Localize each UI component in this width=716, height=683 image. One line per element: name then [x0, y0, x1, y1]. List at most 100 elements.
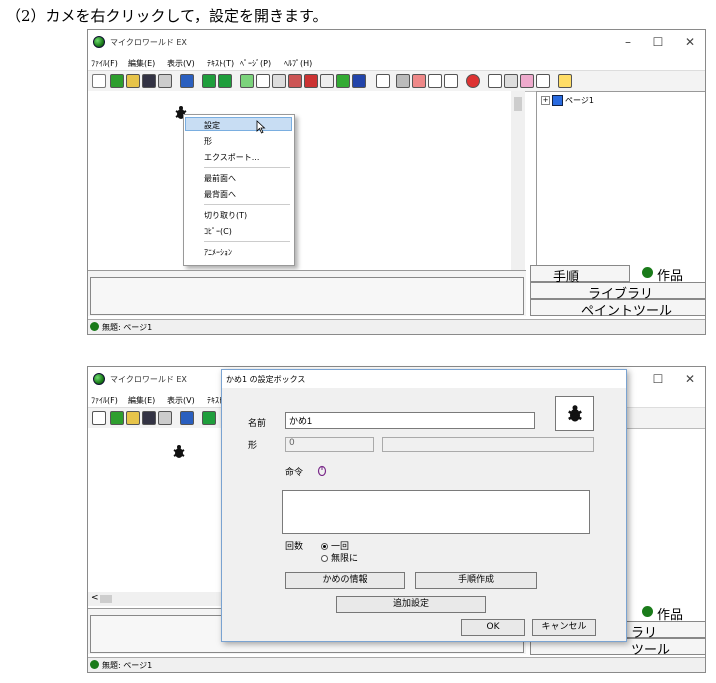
- open-folder-icon[interactable]: [126, 411, 140, 425]
- new-page-icon[interactable]: [110, 411, 124, 425]
- scroll-left-arrow[interactable]: <: [91, 593, 99, 603]
- drawing-canvas[interactable]: 設定 形 エクスポート... 最前面へ 最背面へ 切り取り(T) ｺﾋﾟｰ(C)…: [88, 91, 521, 279]
- ctx-settings[interactable]: 設定: [204, 120, 220, 131]
- zoom-out-icon[interactable]: [444, 74, 458, 88]
- tab-works[interactable]: 作品: [630, 265, 705, 284]
- turtle-info-button[interactable]: かめの情報: [285, 572, 405, 589]
- ctx-shape[interactable]: 形: [204, 136, 212, 147]
- maximize-button[interactable]: ☐: [646, 33, 670, 51]
- tab-procedures[interactable]: 手順: [530, 265, 630, 285]
- create-procedure-button[interactable]: 手順作成: [415, 572, 537, 589]
- menu-text[interactable]: ﾃｷｽﾄ(T): [207, 58, 234, 69]
- status-text: 無題: ページ1: [102, 661, 153, 670]
- radio-infinite[interactable]: 無限に: [321, 551, 358, 564]
- eye-icon[interactable]: [396, 74, 410, 88]
- stamp-icon[interactable]: [412, 74, 426, 88]
- open-folder-icon[interactable]: [126, 74, 140, 88]
- tree-item-page1[interactable]: ページ1: [565, 95, 594, 106]
- new-turtle-icon[interactable]: [240, 74, 254, 88]
- cancel-button[interactable]: キャンセル: [532, 619, 596, 636]
- close-button[interactable]: ✕: [678, 33, 702, 51]
- dialog-title: かめ1 の設定ボックス: [226, 375, 306, 384]
- ctx-copy[interactable]: ｺﾋﾟｰ(C): [204, 226, 232, 237]
- selector-icon[interactable]: [376, 74, 390, 88]
- canvas-vertical-scrollbar[interactable]: [511, 91, 525, 279]
- ctx-export[interactable]: エクスポート...: [204, 152, 259, 163]
- tab-paint-tools-label: ツール: [631, 643, 671, 658]
- title-bar: マイクロワールド EX – ☐ ✕: [88, 30, 705, 56]
- status-text: 無題: ページ1: [102, 323, 153, 332]
- radio-infinite-button[interactable]: [321, 555, 328, 562]
- new-page-icon[interactable]: [110, 74, 124, 88]
- scroll-thumb[interactable]: [100, 595, 112, 603]
- button-tool-icon[interactable]: [272, 74, 286, 88]
- pointer-tool-icon[interactable]: [92, 411, 106, 425]
- copy-icon[interactable]: [504, 74, 518, 88]
- save-icon[interactable]: [142, 411, 156, 425]
- menu-view[interactable]: 表示(V): [167, 395, 195, 406]
- prev-page-icon[interactable]: [202, 411, 216, 425]
- record-icon[interactable]: [352, 74, 366, 88]
- ctx-cut[interactable]: 切り取り(T): [204, 210, 247, 221]
- music-icon[interactable]: [304, 74, 318, 88]
- close-button[interactable]: ✕: [678, 370, 702, 388]
- tab-paint-tools[interactable]: ペイントツール: [530, 299, 705, 319]
- command-textarea[interactable]: [282, 490, 590, 534]
- additional-settings-button[interactable]: 追加設定: [336, 596, 486, 613]
- name-field[interactable]: [285, 412, 535, 429]
- paste-icon[interactable]: [520, 74, 534, 88]
- cut-icon[interactable]: [488, 74, 502, 88]
- menu-file[interactable]: ﾌｧｲﾙ(F): [91, 395, 118, 406]
- slider-icon[interactable]: [288, 74, 302, 88]
- ctx-send-back[interactable]: 最背面へ: [204, 189, 236, 200]
- print-icon[interactable]: [158, 411, 172, 425]
- command-center: [88, 270, 526, 316]
- zoom-in-icon[interactable]: [428, 74, 442, 88]
- menu-help[interactable]: ﾍﾙﾌﾟ(H): [284, 58, 312, 69]
- globe-icon: [642, 267, 653, 278]
- next-page-icon[interactable]: [218, 74, 232, 88]
- tab-works[interactable]: 作品: [630, 604, 705, 623]
- tab-library[interactable]: ライブラリ: [530, 282, 705, 302]
- stop-icon[interactable]: [466, 74, 480, 88]
- turtle-icon[interactable]: [171, 444, 187, 460]
- page-tree: + ページ1: [536, 91, 705, 273]
- prev-page-icon[interactable]: [202, 74, 216, 88]
- text-box-icon[interactable]: [256, 74, 270, 88]
- ctx-bring-front[interactable]: 最前面へ: [204, 173, 236, 184]
- globe-icon: [642, 606, 653, 617]
- status-globe-icon: [90, 322, 99, 331]
- ok-button[interactable]: OK: [461, 619, 525, 636]
- command-input[interactable]: [90, 277, 524, 315]
- tab-paint-tools-label: ペイントツール: [581, 304, 673, 319]
- view-icon[interactable]: [180, 74, 194, 88]
- maximize-button[interactable]: ☐: [646, 370, 670, 388]
- save-icon[interactable]: [142, 74, 156, 88]
- shapes-icon[interactable]: [336, 74, 350, 88]
- undo-icon[interactable]: [536, 74, 550, 88]
- scroll-thumb[interactable]: [514, 97, 522, 111]
- view-icon[interactable]: [180, 411, 194, 425]
- app-globe-icon: [93, 36, 105, 48]
- menu-file[interactable]: ﾌｧｲﾙ(F): [91, 58, 118, 69]
- shape-preview[interactable]: [555, 396, 594, 431]
- status-bar: 無題: ページ1: [88, 319, 705, 334]
- count-label: 回数: [285, 542, 304, 552]
- menu-page[interactable]: ﾍﾟｰｼﾞ(P): [240, 58, 271, 69]
- page-icon: [552, 95, 563, 106]
- sound-icon[interactable]: [320, 74, 334, 88]
- expand-icon[interactable]: +: [541, 96, 550, 105]
- mouse-cursor-icon: [256, 120, 266, 134]
- print-icon[interactable]: [158, 74, 172, 88]
- pointer-tool-icon[interactable]: [92, 74, 106, 88]
- radio-once-button[interactable]: [321, 543, 328, 550]
- app-window: マイクロワールド EX – ☐ ✕ ﾌｧｲﾙ(F) 編集(E) 表示(V) ﾃｷ…: [87, 29, 706, 335]
- menu-view[interactable]: 表示(V): [167, 58, 195, 69]
- menu-edit[interactable]: 編集(E): [128, 395, 155, 406]
- ctx-animation[interactable]: ｱﾆﾒｰｼｮﾝ: [204, 247, 232, 258]
- turtle-icon: [568, 405, 582, 422]
- app-globe-icon: [93, 373, 105, 385]
- help-icon[interactable]: [558, 74, 572, 88]
- minimize-button[interactable]: –: [616, 33, 640, 51]
- menu-edit[interactable]: 編集(E): [128, 58, 155, 69]
